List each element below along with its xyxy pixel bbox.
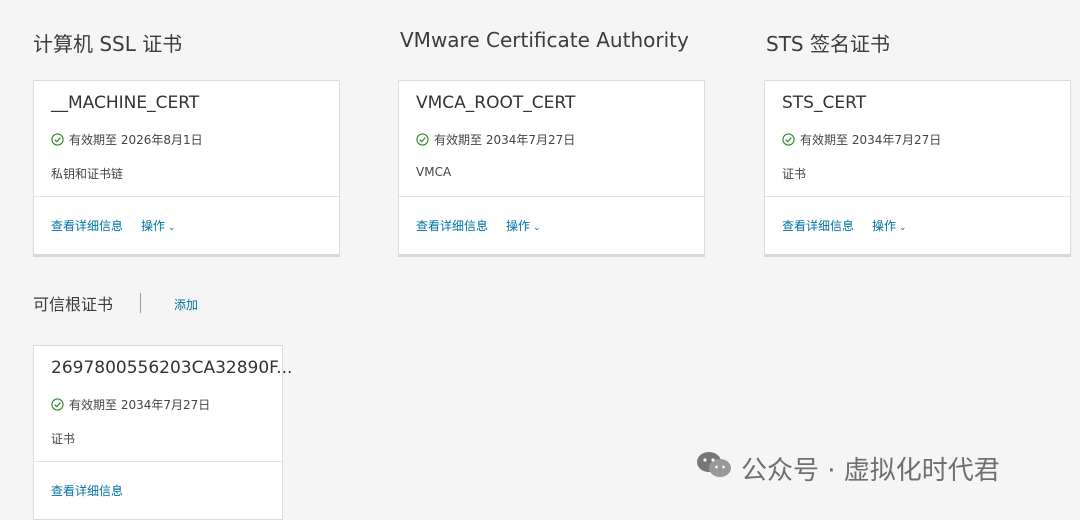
validity-status: 有效期至 2034年7月27日 [416,131,575,148]
section-title-sts: STS 签名证书 [766,32,890,56]
actions-dropdown[interactable]: 操作 ⌄ [872,217,907,234]
cert-name: VMCA_ROOT_CERT [416,93,576,113]
actions-label: 操作 [506,219,531,233]
cert-description: 证书 [51,432,76,446]
chevron-down-icon: ⌄ [168,223,176,233]
trusted-root-cert-card: 2697800556203CA32890F... 有效期至 2034年7月27日… [33,345,292,520]
vmca-cert-card: VMCA_ROOT_CERT 有效期至 2034年7月27日 VMCA 查看详细… [398,80,705,255]
actions-dropdown[interactable]: 操作 ⌄ [141,217,176,234]
check-circle-icon [51,398,64,411]
wechat-icon [695,450,733,487]
card-actions: 查看详细信息 [51,482,123,499]
separator [140,293,141,313]
card-actions: 查看详细信息 操作 ⌄ [782,217,907,234]
section-title-machine-ssl: 计算机 SSL 证书 [33,32,183,56]
divider [399,196,704,197]
actions-label: 操作 [141,219,166,233]
cert-name: __MACHINE_CERT [51,93,200,113]
watermark: 公众号 · 虚拟化时代君 [695,450,1000,487]
cert-name: STS_CERT [782,93,867,113]
validity-status: 有效期至 2034年7月27日 [51,396,210,413]
view-details-link[interactable]: 查看详细信息 [51,482,123,499]
divider [34,196,339,197]
cert-description: VMCA [416,165,452,179]
validity-text: 有效期至 2034年7月27日 [800,133,942,147]
chevron-down-icon: ⌄ [533,223,541,233]
add-trusted-root-link[interactable]: 添加 [174,296,198,313]
check-circle-icon [51,133,64,146]
view-details-link[interactable]: 查看详细信息 [51,217,123,234]
divider [765,196,1070,197]
sts-cert-card: STS_CERT 有效期至 2034年7月27日 证书 查看详细信息 操作 ⌄ [764,80,1071,255]
cert-name: 2697800556203CA32890F... [51,358,293,378]
validity-status: 有效期至 2034年7月27日 [782,131,941,148]
validity-text: 有效期至 2034年7月27日 [69,398,211,412]
view-details-link[interactable]: 查看详细信息 [416,217,488,234]
check-circle-icon [782,133,795,146]
trusted-root-title: 可信根证书 [33,295,114,314]
machine-cert-card: __MACHINE_CERT 有效期至 2026年8月1日 私钥和证书链 查看详… [33,80,340,255]
cert-description: 证书 [782,167,807,181]
card-actions: 查看详细信息 操作 ⌄ [416,217,541,234]
card-actions: 查看详细信息 操作 ⌄ [51,217,176,234]
watermark-text: 公众号 · 虚拟化时代君 [741,456,1000,486]
validity-text: 有效期至 2026年8月1日 [69,133,203,147]
view-details-link[interactable]: 查看详细信息 [782,217,854,234]
cert-description: 私钥和证书链 [51,167,124,181]
chevron-down-icon: ⌄ [899,223,907,233]
validity-status: 有效期至 2026年8月1日 [51,131,203,148]
actions-label: 操作 [872,219,897,233]
divider [34,461,282,462]
check-circle-icon [416,133,429,146]
validity-text: 有效期至 2034年7月27日 [434,133,576,147]
actions-dropdown[interactable]: 操作 ⌄ [506,217,541,234]
section-title-vmca: VMware Certificate Authority [400,28,689,52]
